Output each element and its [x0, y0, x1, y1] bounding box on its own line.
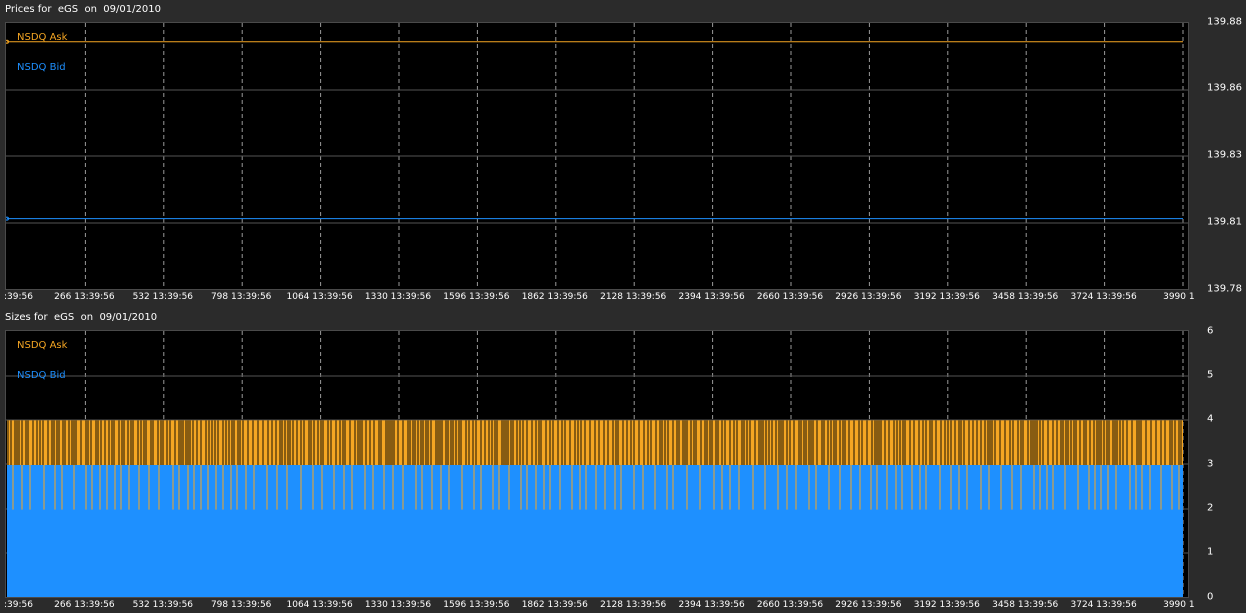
sizes-panel-title: Sizes for eGS on 09/01/2010 — [5, 312, 158, 323]
x-tick-label: 798 13:39:56 — [210, 600, 272, 610]
x-tick-label: 532 13:39:56 — [132, 292, 194, 302]
prices-legend-ask: NSDQ Ask — [17, 32, 68, 43]
x-tick-label: 3724 13:39:56 — [1070, 600, 1137, 610]
sizes-ytick: 3 — [1207, 458, 1214, 470]
x-tick-label: 1862 13:39:56 — [521, 600, 588, 610]
sizes-x-axis: :39:56 266 13:39:56 532 13:39:56 798 13:39:… — [0, 599, 1246, 613]
x-tick-label: 3724 13:39:56 — [1070, 292, 1137, 302]
bid-size-area — [7, 465, 1183, 597]
x-tick-label: 798 13:39:56 — [210, 292, 272, 302]
x-tick-label: 266 13:39:56 — [54, 292, 115, 302]
x-tick-label: 2926 13:39:56 — [835, 292, 902, 302]
x-tick-label: 1596 13:39:56 — [443, 600, 510, 610]
x-tick-label: 2394 13:39:56 — [678, 600, 745, 610]
x-tick-label: 3458 13:39:56 — [992, 292, 1059, 302]
x-tick-label: 2394 13:39:56 — [678, 292, 745, 302]
prices-panel-title: Prices for eGS on 09/01/2010 — [5, 4, 161, 15]
prices-ytick: 139.86 — [1207, 82, 1242, 94]
sizes-ytick: 1 — [1207, 546, 1214, 558]
x-tick-label: :39:56 — [4, 600, 33, 610]
x-tick-label: 1064 13:39:56 — [286, 292, 353, 302]
prices-legend-bid: NSDQ Bid — [17, 62, 66, 73]
panel-divider — [0, 306, 1246, 309]
x-tick-label: 3458 13:39:56 — [992, 600, 1059, 610]
sizes-legend-ask: NSDQ Ask — [17, 340, 68, 351]
x-tick-label: 266 13:39:56 — [54, 600, 115, 610]
x-tick-label: 1064 13:39:56 — [286, 600, 353, 610]
sizes-chart-svg — [6, 331, 1188, 597]
x-tick-label: 2926 13:39:56 — [835, 600, 902, 610]
prices-ytick: 139.88 — [1207, 16, 1242, 28]
prices-ytick: 139.83 — [1207, 149, 1242, 161]
prices-chart-svg — [6, 23, 1188, 289]
sizes-ytick: 5 — [1207, 369, 1214, 381]
sizes-ytick: 2 — [1207, 502, 1214, 514]
x-tick-label: 1330 13:39:56 — [364, 292, 432, 302]
prices-plot-area[interactable]: NSDQ Ask NSDQ Bid — [5, 22, 1189, 290]
x-tick-label: :39:56 — [4, 292, 33, 302]
x-tick-label: 2660 13:39:56 — [756, 292, 824, 302]
sizes-plot-area[interactable]: NSDQ Ask NSDQ Bid — [5, 330, 1189, 598]
x-tick-label: 2128 13:39:56 — [600, 600, 667, 610]
x-tick-label: 2660 13:39:56 — [756, 600, 824, 610]
x-tick-label: 3192 13:39:56 — [913, 292, 980, 302]
x-tick-label: 1330 13:39:56 — [364, 600, 432, 610]
sizes-ytick: 4 — [1207, 413, 1214, 425]
prices-x-axis: :39:56 266 13:39:56 532 13:39:56 798 13:39:… — [0, 291, 1246, 305]
x-tick-label: 1862 13:39:56 — [521, 292, 588, 302]
x-tick-label: 1596 13:39:56 — [443, 292, 510, 302]
x-tick-label: 3990 1 — [1163, 292, 1195, 302]
prices-ytick: 139.81 — [1207, 216, 1242, 228]
x-tick-label: 3990 1 — [1163, 600, 1195, 610]
x-tick-label: 2128 13:39:56 — [600, 292, 667, 302]
sizes-legend-bid: NSDQ Bid — [17, 370, 66, 381]
x-tick-label: 532 13:39:56 — [132, 600, 194, 610]
x-tick-label: 3192 13:39:56 — [913, 600, 980, 610]
sizes-ytick: 6 — [1207, 325, 1214, 337]
